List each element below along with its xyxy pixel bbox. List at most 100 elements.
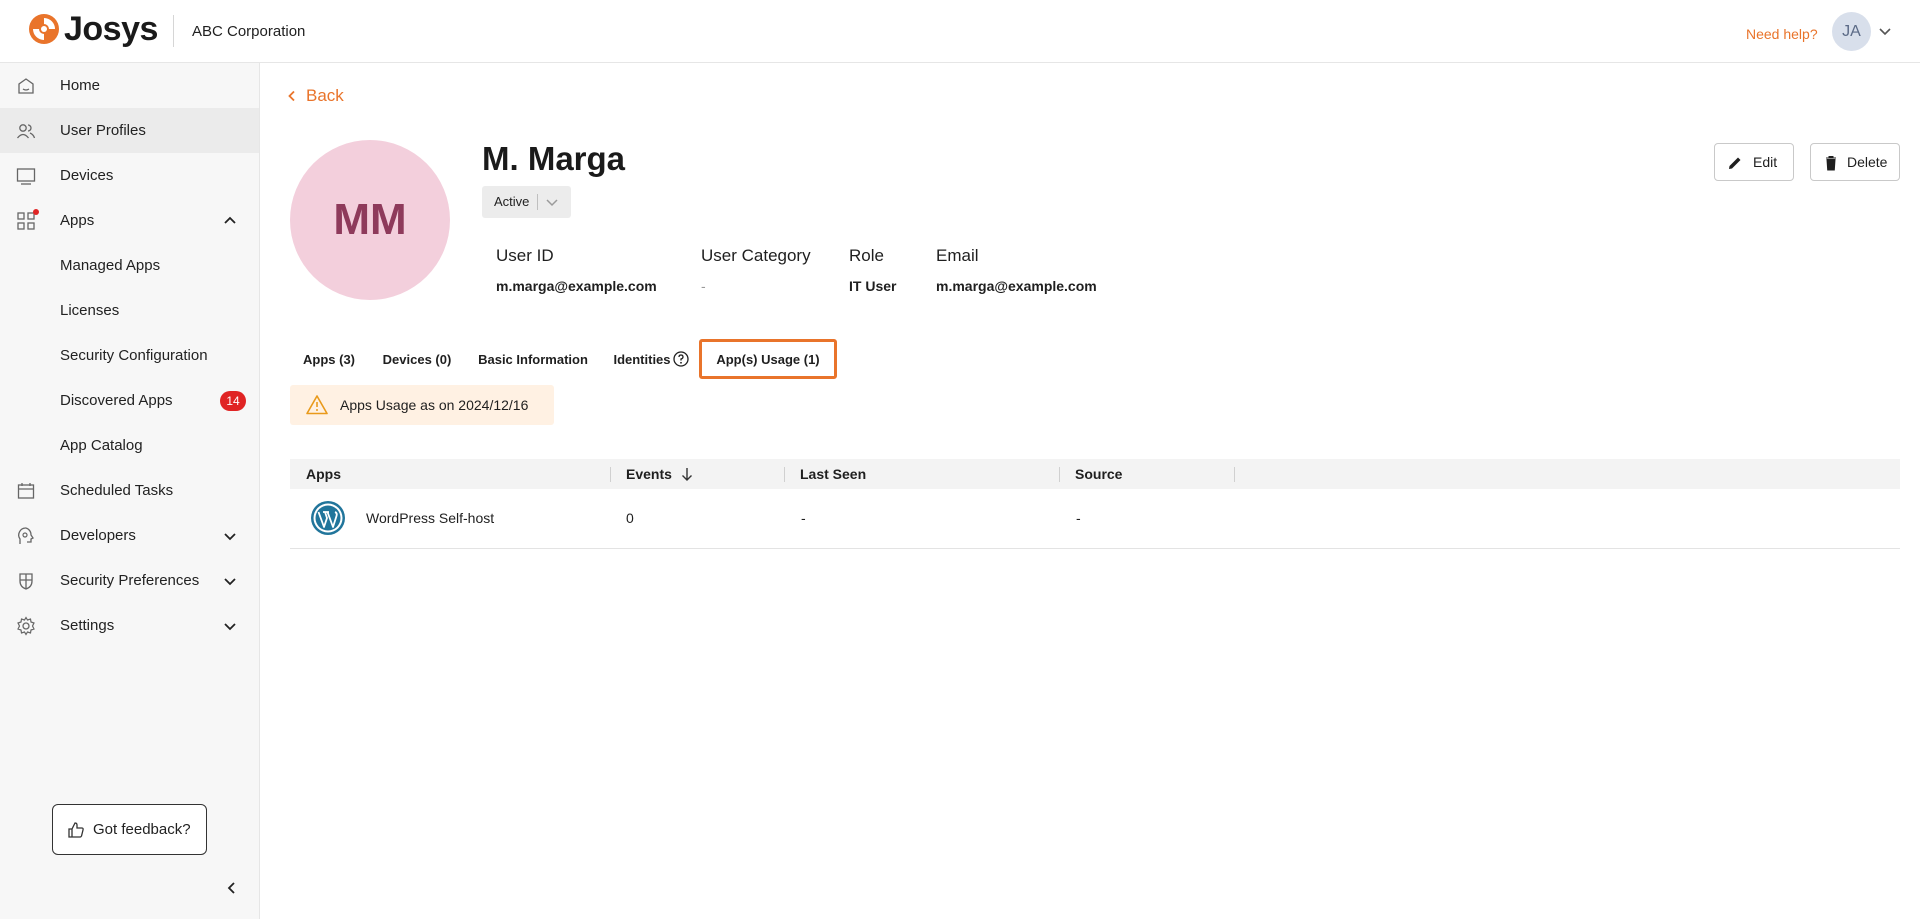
sidebar-item-label: Apps — [60, 212, 95, 229]
sidebar-item-devices[interactable]: Devices — [0, 153, 259, 198]
header-divider — [173, 15, 174, 47]
shield-icon — [19, 572, 33, 590]
users-icon — [16, 123, 36, 138]
column-divider[interactable] — [1234, 467, 1235, 482]
usage-date-notice: Apps Usage as on 2024/12/16 — [290, 385, 554, 425]
sidebar-item-label: App Catalog — [60, 437, 143, 454]
notification-dot — [33, 209, 39, 215]
sidebar-item-developers[interactable]: Developers — [0, 513, 259, 558]
sidebar-item-label: Settings — [60, 617, 115, 634]
source-value: - — [1076, 510, 1081, 526]
sidebar-item-managed-apps[interactable]: Managed Apps — [0, 243, 259, 288]
chevron-down-icon[interactable] — [222, 528, 238, 544]
tab-apps-usage[interactable]: App(s) Usage (1) — [699, 339, 837, 379]
sidebar-item-licenses[interactable]: Licenses — [0, 288, 259, 333]
user-category-label: User Category — [701, 246, 811, 265]
tab-apps[interactable]: Apps (3) — [296, 339, 362, 379]
tab-label: Basic Information — [478, 351, 588, 367]
sidebar-item-label: Licenses — [60, 302, 120, 319]
chevron-down-icon[interactable] — [222, 573, 238, 589]
events-value: 0 — [626, 510, 634, 526]
sidebar-item-apps[interactable]: Apps — [0, 198, 259, 243]
email-value: m.marga@example.com — [936, 278, 1097, 294]
user-category-value: - — [701, 278, 706, 294]
column-divider[interactable] — [610, 467, 611, 482]
josys-logo-icon — [29, 14, 59, 44]
sidebar-item-label: Scheduled Tasks — [60, 482, 174, 499]
last-seen-value: - — [801, 510, 806, 526]
sidebar-item-label: Managed Apps — [60, 257, 161, 274]
tab-label: App(s) Usage (1) — [716, 351, 820, 367]
chevron-left-icon — [288, 90, 295, 102]
user-avatar[interactable]: JA — [1832, 12, 1871, 51]
top-header: Josys ABC Corporation Need help? JA — [0, 0, 1920, 63]
column-divider[interactable] — [784, 467, 785, 482]
tab-label: Identities — [613, 351, 671, 367]
sidebar: Home User Profiles Devices Apps Managed … — [0, 63, 260, 919]
need-help-link[interactable]: Need help? — [1746, 26, 1818, 42]
gear-icon — [17, 615, 35, 636]
tab-label: Devices (0) — [382, 351, 452, 367]
user-id-value: m.marga@example.com — [496, 278, 657, 294]
sidebar-item-label: Security Preferences — [60, 572, 200, 589]
column-header-apps[interactable]: Apps — [306, 466, 341, 482]
feedback-label: Got feedback? — [93, 821, 191, 838]
sort-descending-icon[interactable] — [680, 467, 694, 481]
delete-label: Delete — [1847, 154, 1888, 170]
sidebar-item-label: Developers — [60, 527, 136, 544]
back-label: Back — [306, 86, 344, 105]
brand-name: Josys — [64, 10, 158, 48]
sidebar-item-label: User Profiles — [60, 122, 146, 139]
column-header-last-seen[interactable]: Last Seen — [800, 466, 866, 482]
sidebar-item-security-configuration[interactable]: Security Configuration — [0, 333, 259, 378]
tab-basic-information[interactable]: Basic Information — [472, 339, 594, 379]
column-header-events[interactable]: Events — [626, 466, 694, 482]
warning-icon — [306, 395, 328, 415]
wordpress-logo-icon — [311, 501, 345, 535]
feedback-button[interactable]: Got feedback? — [52, 804, 207, 855]
table-header: Apps Events Last Seen Source — [290, 459, 1900, 489]
status-value: Active — [494, 194, 530, 209]
chevron-up-icon[interactable] — [222, 213, 238, 229]
edit-label: Edit — [1753, 154, 1778, 170]
sidebar-item-settings[interactable]: Settings — [0, 603, 259, 648]
role-value: IT User — [849, 278, 897, 294]
monitor-icon — [16, 167, 36, 185]
sidebar-item-label: Home — [60, 77, 101, 94]
tab-devices[interactable]: Devices (0) — [376, 339, 458, 379]
back-link[interactable]: Back — [286, 86, 344, 106]
delete-button[interactable]: Delete — [1810, 143, 1900, 181]
sidebar-item-app-catalog[interactable]: App Catalog — [0, 423, 259, 468]
status-dropdown[interactable]: Active — [482, 186, 571, 218]
sidebar-item-scheduled-tasks[interactable]: Scheduled Tasks — [0, 468, 259, 513]
column-header-source[interactable]: Source — [1075, 466, 1122, 482]
sidebar-item-discovered-apps[interactable]: Discovered Apps 14 — [0, 378, 259, 423]
role-label: Role — [849, 246, 884, 265]
chevron-down-icon[interactable] — [1878, 24, 1892, 38]
pencil-icon — [1729, 157, 1741, 169]
sidebar-item-label: Discovered Apps — [60, 392, 173, 409]
home-icon — [18, 77, 34, 94]
calendar-icon — [17, 482, 35, 499]
status-divider — [537, 194, 538, 210]
user-id-label: User ID — [496, 246, 554, 265]
help-circle-icon[interactable] — [672, 351, 689, 367]
column-divider[interactable] — [1059, 467, 1060, 482]
collapse-sidebar-icon[interactable] — [224, 880, 240, 896]
organization-name: ABC Corporation — [192, 23, 306, 40]
developer-icon — [18, 526, 34, 544]
page-title: M. Marga — [482, 140, 626, 177]
sidebar-item-label: Security Configuration — [60, 347, 208, 364]
sidebar-item-user-profiles[interactable]: User Profiles — [0, 108, 259, 153]
table-row[interactable]: WordPress Self-host 0 - - — [290, 489, 1900, 549]
tab-identities[interactable]: Identities — [608, 339, 694, 379]
sidebar-item-home[interactable]: Home — [0, 63, 259, 108]
josys-logo[interactable]: Josys — [28, 12, 158, 46]
edit-button[interactable]: Edit — [1714, 143, 1794, 181]
app-name[interactable]: WordPress Self-host — [366, 510, 494, 526]
chevron-down-icon[interactable] — [222, 618, 238, 634]
email-label: Email — [936, 246, 979, 265]
profile-avatar: MM — [290, 140, 450, 300]
chevron-down-icon — [546, 199, 558, 207]
sidebar-item-security-preferences[interactable]: Security Preferences — [0, 558, 259, 603]
